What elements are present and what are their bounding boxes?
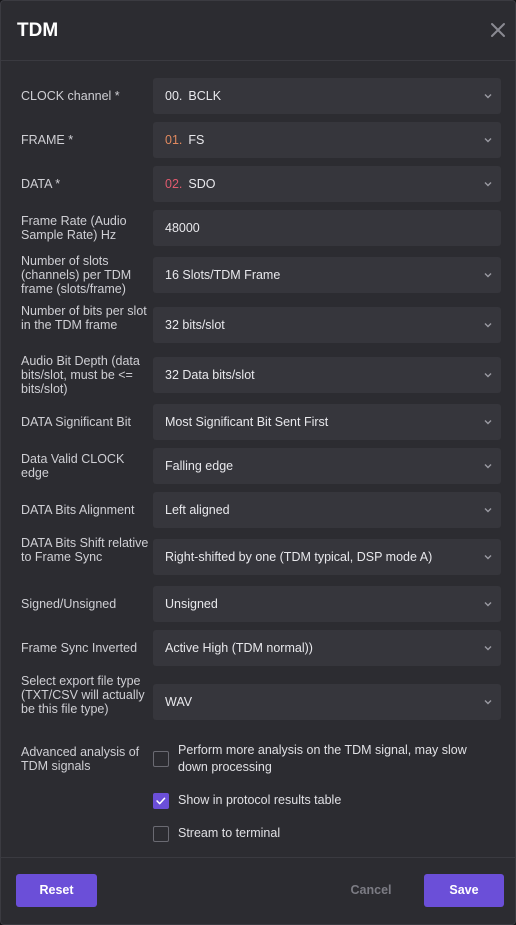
clock-channel-select[interactable]: 00. BCLK xyxy=(153,78,501,114)
checkbox-label: Stream to terminal xyxy=(178,826,281,840)
cancel-button[interactable]: Cancel xyxy=(341,874,401,907)
signed-select[interactable]: Unsigned xyxy=(153,586,501,622)
field-label: Audio Bit Depth (data bits/slot, must be… xyxy=(21,354,140,396)
field-label: Number of bits per slot in the TDM frame xyxy=(21,304,147,332)
field-frame: FRAME * 01. FS xyxy=(1,122,515,158)
field-label: CLOCK channel * xyxy=(21,89,120,103)
field-label: Frame Rate (Audio Sample Rate) Hz xyxy=(21,214,127,242)
field-signed: Signed/Unsigned Unsigned xyxy=(1,586,515,622)
close-icon[interactable] xyxy=(489,21,507,39)
chevron-down-icon xyxy=(484,323,492,328)
check-icon xyxy=(156,797,166,805)
export-type-select[interactable]: WAV xyxy=(153,684,501,720)
field-label: Data Valid CLOCK edge xyxy=(21,452,125,480)
field-label: DATA Significant Bit xyxy=(21,415,131,429)
data-select[interactable]: 02. SDO xyxy=(153,166,501,202)
select-value: BCLK xyxy=(188,89,222,103)
significant-bit-select[interactable]: Most Significant Bit Sent First xyxy=(153,404,501,440)
tdm-dialog: TDM CLOCK channel * 00. BCLK FRAME * 01. F… xyxy=(0,0,516,925)
bits-per-slot-select[interactable]: 32 bits/slot xyxy=(153,307,501,343)
chevron-down-icon xyxy=(484,555,492,560)
field-label: Frame Sync Inverted xyxy=(21,641,138,655)
field-clock-edge: Data Valid CLOCK edge Falling edge xyxy=(1,448,515,484)
input-value: 48000 xyxy=(165,221,200,235)
field-label: DATA * xyxy=(21,177,61,191)
field-bits-shift: DATA Bits Shift relative to Frame Sync R… xyxy=(1,536,515,578)
field-data: DATA * 02. SDO xyxy=(1,166,515,202)
field-bits-alignment: DATA Bits Alignment Left aligned xyxy=(1,492,515,528)
chevron-down-icon xyxy=(484,420,492,425)
field-advanced-analysis: Advanced analysis of TDM signals Perform… xyxy=(1,743,515,844)
chevron-down-icon xyxy=(484,508,492,513)
field-frame-rate: Frame Rate (Audio Sample Rate) Hz 48000 xyxy=(1,210,515,246)
field-frame-sync-inverted: Frame Sync Inverted Active High (TDM nor… xyxy=(1,630,515,666)
channel-number: 02. xyxy=(165,177,183,191)
dialog-header: TDM xyxy=(1,1,515,61)
select-value: 32 bits/slot xyxy=(165,318,225,332)
chevron-down-icon xyxy=(484,182,492,187)
channel-number: 01. xyxy=(165,133,183,147)
frame-select[interactable]: 01. FS xyxy=(153,122,501,158)
field-clock-channel: CLOCK channel * 00. BCLK xyxy=(1,78,515,114)
chevron-down-icon xyxy=(484,464,492,469)
field-label: Number of slots (channels) per TDM frame… xyxy=(21,254,132,296)
field-label: Select export file type (TXT/CSV will ac… xyxy=(21,674,145,716)
field-label: DATA Bits Alignment xyxy=(21,503,135,517)
select-value: Falling edge xyxy=(165,459,234,473)
more-analysis-checkbox[interactable] xyxy=(153,751,169,767)
select-value: Active High (TDM normal)) xyxy=(165,641,313,655)
field-label: FRAME * xyxy=(21,133,74,147)
select-value: Left aligned xyxy=(165,503,230,517)
chevron-down-icon xyxy=(484,602,492,607)
chevron-down-icon xyxy=(484,373,492,378)
bits-shift-select[interactable]: Right-shifted by one (TDM typical, DSP m… xyxy=(153,539,501,575)
frame-sync-inverted-select[interactable]: Active High (TDM normal)) xyxy=(153,630,501,666)
show-in-results-checkbox[interactable] xyxy=(153,793,169,809)
chevron-down-icon xyxy=(484,138,492,143)
field-label: DATA Bits Shift relative to Frame Sync xyxy=(21,536,149,564)
field-label: Signed/Unsigned xyxy=(21,597,117,611)
slots-per-frame-select[interactable]: 16 Slots/TDM Frame xyxy=(153,257,501,293)
select-value: FS xyxy=(188,133,205,147)
field-bits-per-slot: Number of bits per slot in the TDM frame… xyxy=(1,304,515,346)
save-button[interactable]: Save xyxy=(424,874,504,907)
field-slots-per-frame: Number of slots (channels) per TDM frame… xyxy=(1,254,515,296)
dialog-footer: Reset Cancel Save xyxy=(1,857,515,924)
dialog-title: TDM xyxy=(17,20,59,41)
select-value: WAV xyxy=(165,695,193,709)
select-value: Unsigned xyxy=(165,597,218,611)
chevron-down-icon xyxy=(484,94,492,99)
chevron-down-icon xyxy=(484,700,492,705)
reset-button[interactable]: Reset xyxy=(16,874,97,907)
select-value: 32 Data bits/slot xyxy=(165,368,255,382)
select-value: Right-shifted by one (TDM typical, DSP m… xyxy=(165,550,433,564)
channel-number: 00. xyxy=(165,89,183,103)
chevron-down-icon xyxy=(484,273,492,278)
select-value: SDO xyxy=(188,177,216,191)
frame-rate-input[interactable]: 48000 xyxy=(153,210,501,246)
field-audio-bit-depth: Audio Bit Depth (data bits/slot, must be… xyxy=(1,354,515,396)
clock-edge-select[interactable]: Falling edge xyxy=(153,448,501,484)
checkbox-label: Perform more analysis on the TDM signal,… xyxy=(178,743,467,774)
chevron-down-icon xyxy=(484,646,492,651)
field-export-type: Select export file type (TXT/CSV will ac… xyxy=(1,674,515,730)
stream-to-terminal-checkbox[interactable] xyxy=(153,826,169,842)
checkbox-label: Show in protocol results table xyxy=(178,793,342,807)
select-value: 16 Slots/TDM Frame xyxy=(165,268,281,282)
field-label: Advanced analysis of TDM signals xyxy=(21,745,140,773)
audio-bit-depth-select[interactable]: 32 Data bits/slot xyxy=(153,357,501,393)
field-significant-bit: DATA Significant Bit Most Significant Bi… xyxy=(1,404,515,440)
select-value: Most Significant Bit Sent First xyxy=(165,415,329,429)
bits-alignment-select[interactable]: Left aligned xyxy=(153,492,501,528)
